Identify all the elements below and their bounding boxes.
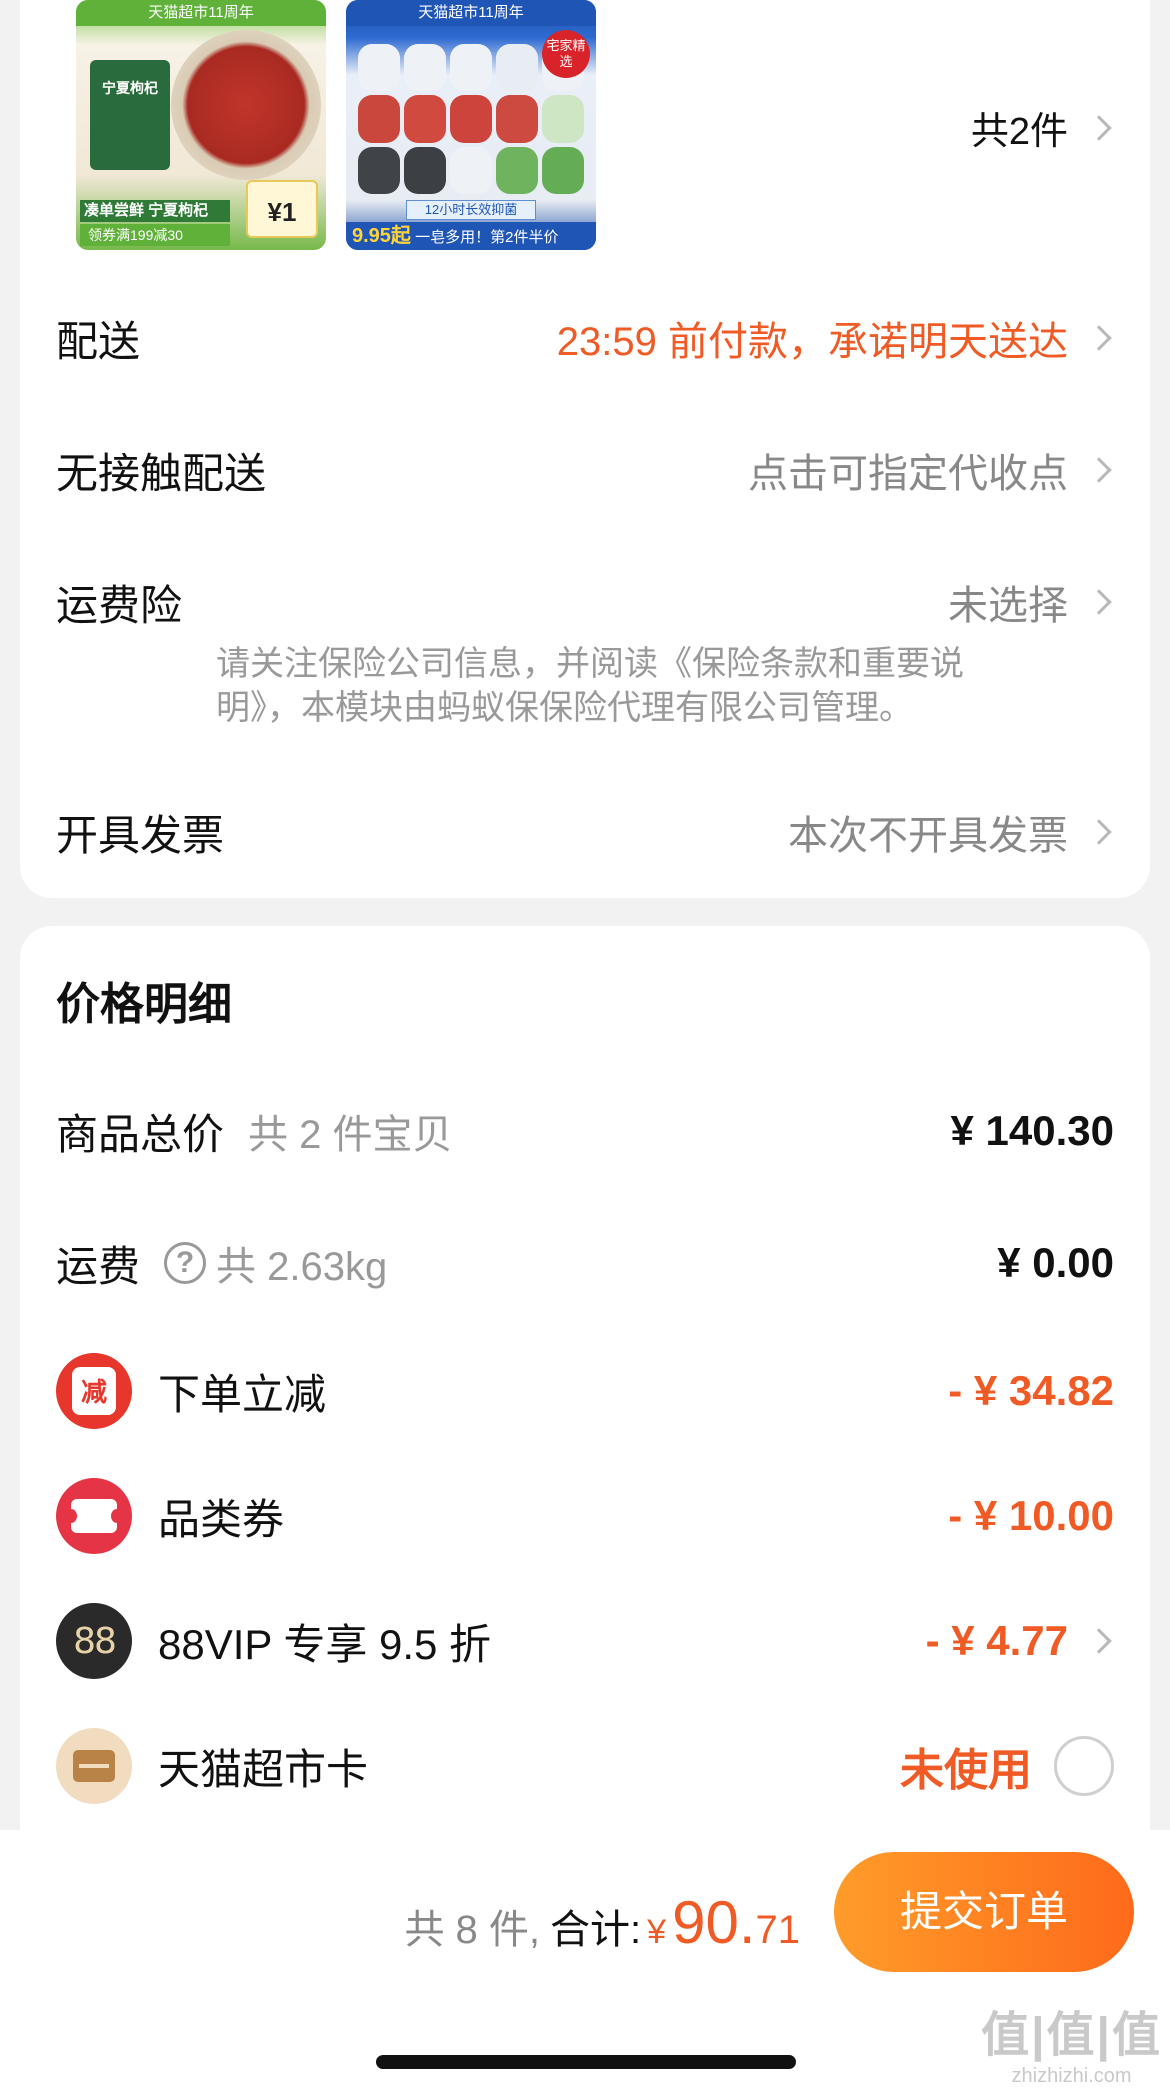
instant-discount-row: 减 下单立减 - ¥ 34.82: [56, 1351, 1114, 1431]
total-integer: 90.: [672, 1889, 756, 1956]
thumb-banner: 天猫超市11周年: [346, 0, 596, 26]
currency-symbol: ¥: [647, 1913, 667, 1951]
shipping-fee-row: 运费 ? 共 2.63kg ¥ 0.00: [56, 1223, 1114, 1303]
invoice-row[interactable]: 开具发票 本次不开具发票: [56, 802, 1114, 862]
category-coupon-label: 品类券: [158, 1495, 285, 1543]
shipping-insurance-value: 未选择: [948, 573, 1114, 631]
checkout-bar: 共 8 件, 合计: ¥ 90. 71 提交订单 值|值|值 zhizhizhi…: [0, 1830, 1170, 2094]
chevron-right-icon: [1086, 325, 1112, 351]
vip-discount-amount: - ¥ 4.77: [926, 1617, 1114, 1665]
product-count-label: 共2件: [970, 111, 1068, 153]
delivery-label: 配送: [56, 317, 141, 365]
thumb-banner: 天猫超市11周年: [76, 0, 326, 26]
chevron-right-icon: [1086, 589, 1112, 615]
invoice-value: 本次不开具发票: [788, 803, 1114, 861]
coupon-tag: 领券满199减30: [80, 224, 230, 246]
subtotal-count: 共 2 件宝贝: [248, 1113, 453, 1157]
invoice-label: 开具发票: [56, 811, 225, 859]
product-thumbnail-goji[interactable]: 天猫超市11周年 宁夏枸杞 凑单尝鲜 宁夏枸杞 ¥1 领券满199减30: [76, 0, 326, 250]
submit-order-button[interactable]: 提交订单: [834, 1852, 1134, 1972]
chevron-right-icon: [1086, 114, 1112, 141]
shipping-fee-amount: ¥ 0.00: [997, 1239, 1114, 1286]
market-card-status: 未使用: [900, 1734, 1114, 1798]
coupon-ticket-icon: [56, 1478, 132, 1554]
delivery-row[interactable]: 配送 23:59 前付款，承诺明天送达: [56, 308, 1114, 368]
insurance-note: 请关注保险公司信息，并阅读《保险条款和重要说明》，本模块由蚂蚁保保险代理有限公司…: [216, 645, 964, 727]
product-price-tag: ¥1: [246, 180, 318, 238]
shipping-insurance-label: 运费险: [56, 581, 183, 629]
delivery-value: 23:59 前付款，承诺明天送达: [557, 309, 1114, 367]
chevron-right-icon: [1086, 457, 1112, 483]
product-thumbnail-soap[interactable]: 天猫超市11周年 宅家精选 12小时长效抑菌 9.95起 一皂多用！第2件半价: [346, 0, 596, 250]
product-tag: 凑单尝鲜 宁夏枸杞: [80, 200, 230, 222]
question-icon[interactable]: ?: [164, 1242, 207, 1284]
total-label: 合计:: [550, 1908, 642, 1952]
contactless-delivery-row[interactable]: 无接触配送 点击可指定代收点: [56, 440, 1114, 500]
card-icon: [56, 1728, 132, 1804]
product-count-link[interactable]: 共2件: [971, 100, 1114, 155]
vip-discount-label: 88VIP 专享 9.5 折: [158, 1620, 492, 1668]
watermark-logo: 值|值|值 zhizhizhi.com: [981, 2009, 1162, 2087]
subtotal-row: 商品总价 共 2 件宝贝 ¥ 140.30: [56, 1091, 1114, 1171]
order-summary: 共 8 件, 合计: ¥ 90. 71: [404, 1888, 800, 1957]
home-indicator[interactable]: [376, 2055, 796, 2069]
chevron-right-icon: [1086, 819, 1112, 845]
discount-badge-icon: 减: [56, 1353, 132, 1429]
category-coupon-amount: - ¥ 10.00: [948, 1492, 1114, 1539]
product-bottom-bar: 9.95起 一皂多用！第2件半价: [346, 222, 596, 250]
price-detail-title: 价格明细: [56, 980, 232, 1029]
subtotal-amount: ¥ 140.30: [950, 1107, 1115, 1154]
goji-berries-image: [171, 30, 321, 180]
shipping-insurance-row[interactable]: 运费险 未选择: [56, 572, 1114, 632]
product-strip: 12小时长效抑菌: [406, 200, 536, 220]
instant-discount-label: 下单立减: [158, 1370, 327, 1418]
corner-tag: 宅家精选: [542, 30, 590, 78]
total-decimal: 71: [755, 1908, 801, 1952]
market-card-label: 天猫超市卡: [158, 1745, 369, 1793]
contactless-label: 无接触配送: [56, 449, 267, 497]
goji-bag-image: 宁夏枸杞: [90, 60, 170, 170]
order-info-card: 天猫超市11周年 宁夏枸杞 凑单尝鲜 宁夏枸杞 ¥1 领券满199减30 天猫超…: [20, 0, 1150, 898]
contactless-value: 点击可指定代收点: [748, 441, 1114, 499]
subtotal-label: 商品总价: [56, 1110, 225, 1158]
market-card-row[interactable]: 天猫超市卡 未使用: [56, 1726, 1114, 1806]
vip-88-icon: 88: [56, 1603, 132, 1679]
shipping-weight: 共 2.63kg: [216, 1245, 388, 1289]
category-coupon-row: 品类券 - ¥ 10.00: [56, 1476, 1114, 1556]
instant-discount-amount: - ¥ 34.82: [948, 1367, 1114, 1414]
market-card-radio[interactable]: [1054, 1736, 1114, 1796]
item-count: 共 8 件,: [404, 1908, 541, 1952]
shipping-fee-label: 运费: [56, 1242, 141, 1290]
vip-discount-row[interactable]: 88 88VIP 专享 9.5 折 - ¥ 4.77: [56, 1601, 1114, 1681]
chevron-right-icon: [1086, 1628, 1112, 1654]
